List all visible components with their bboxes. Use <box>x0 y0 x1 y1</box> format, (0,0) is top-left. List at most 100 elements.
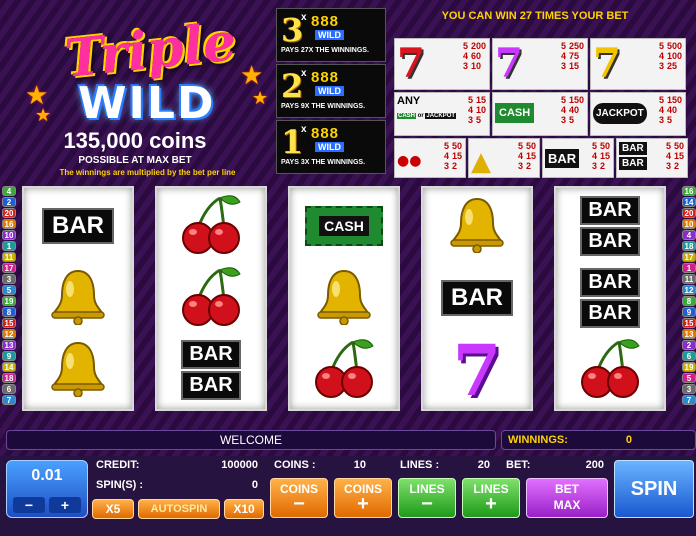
payout-count: 3 <box>658 61 664 71</box>
line-indicator[interactable]: 13 <box>2 340 16 350</box>
payout-count: 3 <box>462 61 468 71</box>
line-indicator[interactable]: 5 <box>682 373 696 383</box>
multiplier-x: x <box>301 124 307 135</box>
payout-count: 5 <box>462 41 468 51</box>
line-indicator[interactable]: 4 <box>2 186 16 196</box>
multiplier-pays: PAYS 9X THE WINNINGS. <box>281 103 366 110</box>
payout-count: 5 <box>517 141 523 151</box>
reel-symbol: BAR BAR <box>556 262 664 334</box>
bet-max-button[interactable]: BET MAX <box>526 478 608 518</box>
line-indicator[interactable]: 2 <box>682 340 696 350</box>
payout-row: 3 10 <box>463 61 486 71</box>
payout-value: 150 <box>666 95 682 105</box>
line-indicator[interactable]: 14 <box>682 197 696 207</box>
paytable-symbol-cherry: ●● <box>397 153 422 169</box>
line-indicator[interactable]: 19 <box>682 362 696 372</box>
reel-1: BAR <box>22 186 134 411</box>
line-indicator[interactable]: 6 <box>2 384 16 394</box>
reel-symbol <box>290 334 398 406</box>
payout-row: 32 <box>518 161 536 171</box>
reel-3: CASH <box>288 186 400 411</box>
line-indicator[interactable]: 19 <box>2 296 16 306</box>
coin-value-minus-button[interactable]: − <box>13 497 45 513</box>
lines-label: LINES : <box>400 459 440 471</box>
spins-value: 0 <box>251 479 258 491</box>
wild-tag: WILD <box>315 142 344 152</box>
line-indicator[interactable]: 6 <box>682 351 696 361</box>
line-indicator[interactable]: 11 <box>2 252 16 262</box>
bar-symbol: BAR <box>42 208 114 244</box>
line-indicator[interactable]: 8 <box>2 307 16 317</box>
line-indicator[interactable]: 15 <box>682 318 696 328</box>
paytable-symbol-bell: ▲ <box>471 147 491 177</box>
payout-count: 5 <box>467 95 473 105</box>
payout-count: 3 <box>591 161 597 171</box>
line-indicator[interactable]: 2 <box>2 197 16 207</box>
line-indicator[interactable]: 8 <box>682 296 696 306</box>
multiplier-value: 3 <box>281 11 304 49</box>
payout-value: 10 <box>470 61 481 71</box>
line-indicator[interactable]: 18 <box>682 241 696 251</box>
line-indicator[interactable]: 16 <box>2 219 16 229</box>
coins-plus-button[interactable]: COINS + <box>334 478 392 518</box>
logo-wild: WILD <box>78 78 216 129</box>
payout-row: 5 150 <box>659 95 682 105</box>
payout-row: 4 15 <box>444 151 462 161</box>
x10-button[interactable]: X10 <box>224 499 264 519</box>
autospin-button[interactable]: AUTOSPIN <box>138 499 220 519</box>
winnings-label: WINNINGS: <box>508 434 568 446</box>
payout-value: 5 <box>475 115 481 125</box>
line-indicator[interactable]: 9 <box>2 351 16 361</box>
bar-label: BAR <box>580 227 640 256</box>
triple-eight-symbol: 888 <box>311 69 340 86</box>
payout-value: 50 <box>599 141 610 151</box>
coins-minus-button[interactable]: COINS − <box>270 478 328 518</box>
line-indicator[interactable]: 14 <box>2 362 16 372</box>
x5-button[interactable]: X5 <box>92 499 134 519</box>
coin-value-plus-button[interactable]: + <box>49 497 81 513</box>
line-indicator[interactable]: 1 <box>682 263 696 273</box>
payout-count: 3 <box>665 161 671 171</box>
line-indicator[interactable]: 17 <box>2 263 16 273</box>
line-indicator[interactable]: 15 <box>2 318 16 328</box>
line-indicator[interactable]: 5 <box>2 285 16 295</box>
lines-plus-button[interactable]: LINES + <box>462 478 520 518</box>
payout-row: 4 40 <box>561 105 584 115</box>
line-indicator[interactable]: 18 <box>2 373 16 383</box>
wild-multiplier-2x: 2 x 888 WILD PAYS 9X THE WINNINGS. <box>276 64 386 118</box>
payout-value: 15 <box>475 95 486 105</box>
line-indicator[interactable]: 11 <box>682 274 696 284</box>
line-indicator[interactable]: 4 <box>682 230 696 240</box>
line-indicator[interactable]: 17 <box>682 252 696 262</box>
paytable-symbol-double-bar: BAR BAR <box>619 142 647 170</box>
line-indicator[interactable]: 10 <box>2 230 16 240</box>
line-indicator[interactable]: 9 <box>682 307 696 317</box>
line-indicator[interactable]: 12 <box>682 285 696 295</box>
spin-button[interactable]: SPIN <box>614 460 694 518</box>
wild-tag: WILD <box>315 30 344 40</box>
line-indicator[interactable]: 13 <box>682 329 696 339</box>
line-indicator[interactable]: 20 <box>682 208 696 218</box>
line-indicator[interactable]: 3 <box>2 274 16 284</box>
line-indicator[interactable]: 1 <box>2 241 16 251</box>
bar-label: BAR <box>181 371 241 400</box>
payout-value: 2 <box>451 161 457 171</box>
line-indicator[interactable]: 7 <box>682 395 696 405</box>
payout-count: 4 <box>658 105 664 115</box>
line-indicator[interactable]: 12 <box>2 329 16 339</box>
line-indicator[interactable]: 16 <box>682 186 696 196</box>
multiplier-x: x <box>301 12 307 23</box>
paytable-cell: ▲ 5 50 4 15 3 2 <box>468 138 540 178</box>
paytable-payouts: 5 15 4 10 3 5 <box>468 95 486 125</box>
bell-icon <box>48 267 108 330</box>
lines-minus-button[interactable]: LINES − <box>398 478 456 518</box>
line-indicator[interactable]: 7 <box>2 395 16 405</box>
coin-value-selector: 0.01 − + <box>6 460 88 518</box>
line-indicator[interactable]: 3 <box>682 384 696 394</box>
bar-label: BAR <box>580 268 640 297</box>
payout-row: 5 500 <box>659 41 682 51</box>
line-indicator[interactable]: 10 <box>682 219 696 229</box>
paytable-symbol-purple-seven: 7 <box>495 40 523 87</box>
line-indicator[interactable]: 20 <box>2 208 16 218</box>
wild-multiplier-1x: 1 x 888 WILD PAYS 3X THE WINNINGS. <box>276 120 386 174</box>
